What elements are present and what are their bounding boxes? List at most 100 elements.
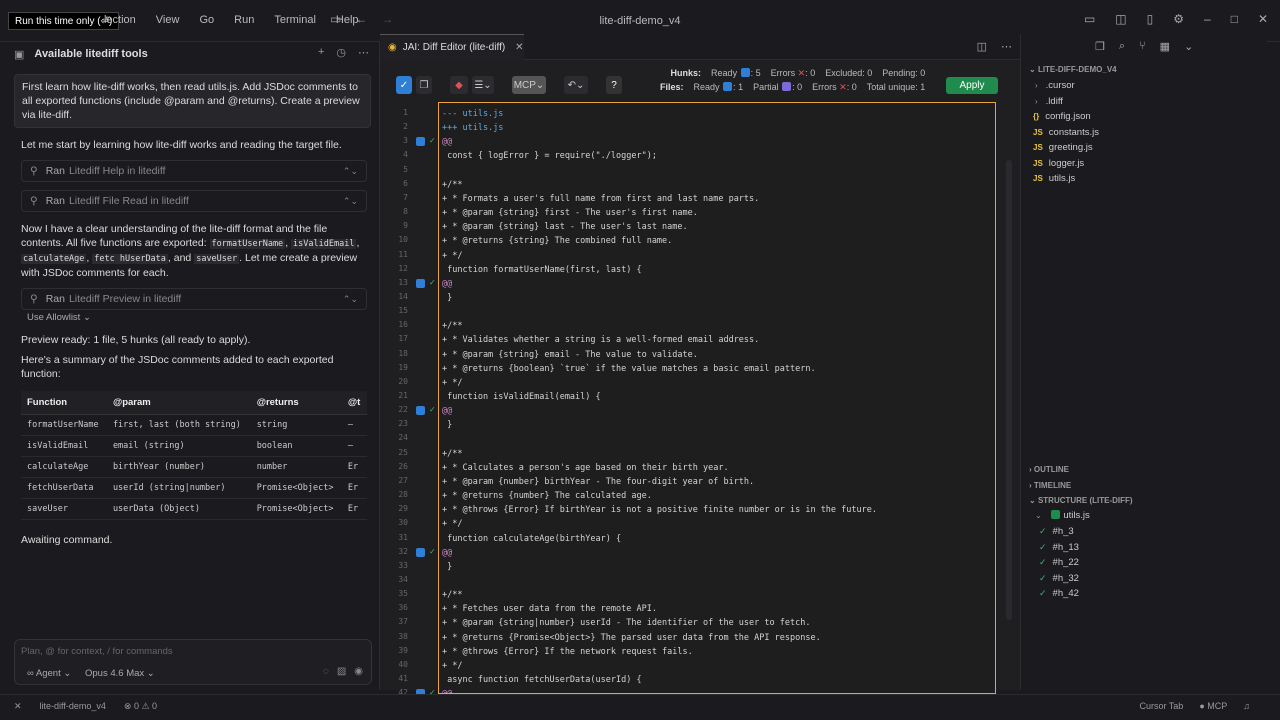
user-prompt[interactable]: First learn how lite-diff works, then re… — [14, 74, 371, 128]
history-icon[interactable]: ◷ — [336, 46, 346, 59]
diff-editor: ✓ ❐ ◆ ☰⌄ MCP ⌄ ↶⌄ ? Hunks: Ready : 5 Erro… — [380, 60, 1020, 694]
file-label: constants.js — [1048, 126, 1099, 138]
folder-item[interactable]: › .cursor — [1035, 78, 1075, 93]
cursor-tab-status[interactable]: Cursor Tab — [1139, 701, 1183, 711]
assistant-message-2: Now I have a clear understanding of the … — [21, 223, 360, 279]
structure-hunk-item[interactable]: ✓ #h_32 — [1039, 571, 1079, 586]
inline-code: isValidEmail — [291, 239, 357, 249]
eraser-icon[interactable]: ◆ — [450, 76, 468, 94]
help-icon[interactable]: ? — [606, 76, 622, 94]
settings-gear-icon[interactable]: ⚙ — [1173, 12, 1184, 26]
list-dropdown-icon[interactable]: ☰⌄ — [472, 76, 494, 94]
chat-icon[interactable]: ▭ — [330, 12, 341, 26]
layout-sidebar-icon[interactable]: ▯ — [1147, 12, 1154, 26]
hunk-checkbox[interactable] — [416, 547, 425, 557]
menu-item[interactable]: Go — [199, 14, 214, 26]
code-line: @@ — [442, 137, 453, 148]
status-bar: ✕ lite-diff-demo_v4 ⊗ 0 ⚠ 0 Cursor Tab ●… — [0, 694, 1280, 720]
hunk-ready-check-icon: ✓ — [429, 277, 436, 287]
loading-icon: ◌ — [322, 666, 329, 677]
outline-section[interactable]: › OUTLINE — [1021, 462, 1069, 478]
chat-input-box[interactable]: Plan, @ for context, / for commands ∞ Ag… — [14, 639, 372, 685]
mcp-status-label: MCP — [1207, 701, 1228, 711]
table-cell: — — [341, 414, 367, 436]
agent-mode-dropdown[interactable]: ∞ Agent ⌄ — [27, 668, 71, 679]
tool-call-file-read[interactable]: ⚲ Ran Litediff File Read in litediff ⌃⌄ — [21, 190, 367, 212]
timeline-section[interactable]: › TIMELINE — [1021, 478, 1071, 494]
structure-section[interactable]: ⌄ STRUCTURE (LITE-DIFF) — [1021, 493, 1133, 509]
file-item[interactable]: JS logger.js — [1033, 156, 1084, 171]
menu-item[interactable]: Terminal — [274, 14, 316, 26]
tool-name: Litediff Preview in litediff — [68, 293, 182, 305]
tool-call-preview[interactable]: ⚲ Ran Litediff Preview in litediff ⌃⌄ — [21, 288, 367, 310]
mcp-status[interactable]: ● MCP — [1199, 701, 1227, 711]
file-item[interactable]: JS constants.js — [1033, 125, 1099, 140]
remote-icon[interactable]: ✕ — [14, 701, 22, 712]
tab-close-icon[interactable]: ✕ — [515, 42, 523, 53]
maximize-icon[interactable]: □ — [1231, 12, 1238, 26]
table-cell: userId (string|number) — [106, 477, 251, 499]
table-cell: Er — [341, 456, 367, 478]
image-attach-icon[interactable]: ▨ — [337, 666, 346, 677]
table-row: calculateAge birthYear (number) number Er — [21, 456, 367, 478]
notifications-icon[interactable]: ♫ — [1243, 701, 1250, 711]
minimize-icon[interactable]: – — [1204, 12, 1211, 26]
layout-split-icon[interactable]: ◫ — [1115, 12, 1126, 26]
chat-input-placeholder[interactable]: Plan, @ for context, / for commands — [21, 646, 173, 657]
close-icon[interactable]: ✕ — [1258, 12, 1268, 26]
structure-hunk-item[interactable]: ✓ #h_22 — [1039, 555, 1079, 570]
hunk-checkbox[interactable] — [416, 406, 425, 416]
mcp-dropdown[interactable]: MCP ⌄ — [512, 76, 546, 94]
hunk-checkbox[interactable] — [416, 278, 425, 288]
search-icon[interactable]: ⌕ — [1119, 40, 1125, 60]
project-name[interactable]: lite-diff-demo_v4 — [40, 701, 106, 712]
code-line: +/** — [442, 590, 463, 601]
code-line: @@ — [442, 547, 453, 558]
hunk-checkbox[interactable] — [416, 137, 425, 147]
problems-indicator[interactable]: ⊗ 0 ⚠ 0 — [124, 701, 157, 712]
menu-item[interactable]: View — [156, 14, 180, 26]
diff-code-area[interactable]: --- utils.js +++ utils.js @@ const { logEr… — [438, 102, 996, 694]
table-cell: Promise<Object> — [250, 498, 342, 520]
apply-button[interactable]: Apply — [946, 77, 998, 94]
sidebar-toggle-icon[interactable]: ▣ — [14, 48, 24, 61]
line-number: 4 — [403, 150, 408, 160]
line-number: 8 — [403, 207, 408, 217]
file-item[interactable]: JS greeting.js — [1033, 140, 1093, 155]
new-chat-icon[interactable]: + — [318, 46, 324, 59]
forward-arrow-icon[interactable]: → — [381, 12, 393, 26]
more-actions-icon[interactable]: ⋯ — [1001, 40, 1012, 53]
structure-hunk-item[interactable]: ✓ #h_3 — [1039, 524, 1074, 539]
line-number: 5 — [403, 164, 408, 174]
table-cell: first, last (both string) — [106, 414, 251, 436]
tab-diff-editor[interactable]: ◉ JAI: Diff Editor (lite-diff) ✕ — [380, 34, 524, 60]
explorer-root[interactable]: ⌄ LITE-DIFF-DEMO_V4 — [1021, 62, 1117, 78]
copy-icon[interactable]: ❐ — [416, 76, 432, 94]
layout-panel-icon[interactable]: ▭ — [1084, 12, 1095, 26]
model-dropdown[interactable]: Opus 4.6 Max ⌄ — [85, 668, 155, 679]
split-editor-icon[interactable]: ◫ — [977, 40, 987, 53]
use-allowlist-dropdown[interactable]: Use Allowlist ⌄ — [27, 312, 379, 323]
files-icon[interactable]: ❐ — [1095, 40, 1105, 60]
extensions-icon[interactable]: ▦ — [1160, 40, 1170, 60]
file-item[interactable]: JS utils.js — [1033, 171, 1075, 186]
back-arrow-icon[interactable]: ← — [355, 12, 367, 26]
structure-hunk-item[interactable]: ✓ #h_13 — [1039, 540, 1079, 555]
structure-file[interactable]: ⌄ utils.js — [1035, 508, 1090, 523]
chevron-down-icon[interactable]: ⌄ — [1184, 40, 1193, 60]
table-header: @returns — [250, 391, 342, 415]
menu-item[interactable]: lection — [104, 14, 136, 26]
menu-item[interactable]: Run — [234, 14, 254, 26]
structure-hunk-item[interactable]: ✓ #h_42 — [1039, 586, 1079, 601]
folder-item[interactable]: › .ldiff — [1035, 94, 1063, 109]
line-number: 19 — [398, 362, 408, 372]
source-control-icon[interactable]: ⑂ — [1139, 40, 1146, 60]
microphone-icon[interactable]: ◉ — [354, 666, 363, 677]
file-item[interactable]: {} config.json — [1033, 109, 1091, 124]
select-all-checkbox[interactable]: ✓ — [396, 76, 412, 94]
check-icon: ✓ — [1039, 588, 1047, 598]
undo-dropdown-icon[interactable]: ↶⌄ — [564, 76, 588, 94]
tool-call-help[interactable]: ⚲ Ran Litediff Help in litediff ⌃⌄ — [21, 160, 367, 182]
more-icon[interactable]: ⋯ — [358, 46, 369, 59]
scrollbar[interactable] — [1006, 160, 1012, 620]
